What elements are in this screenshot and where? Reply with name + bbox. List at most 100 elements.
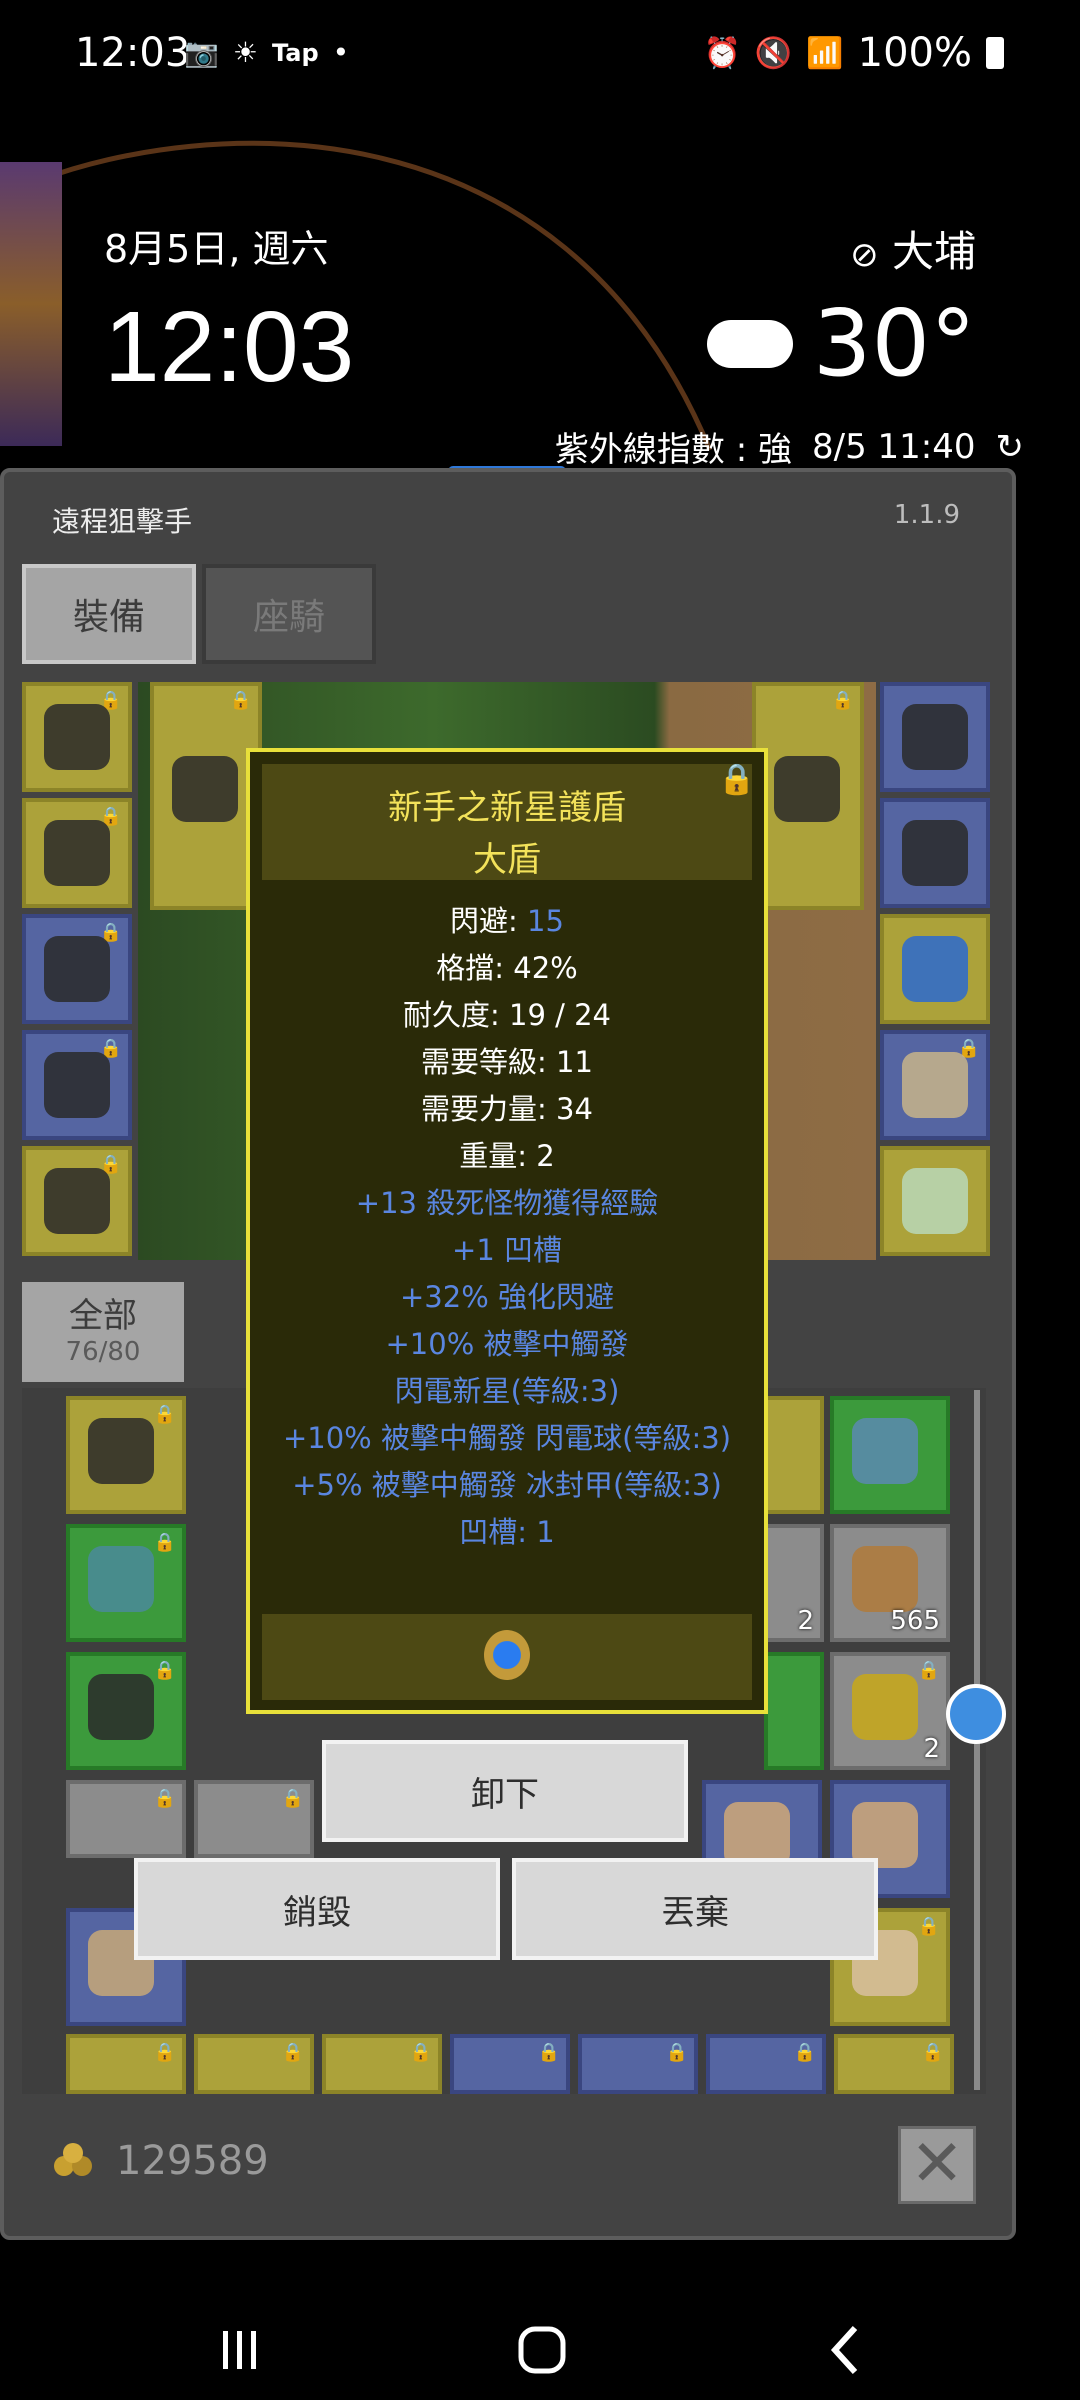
game-title: 遠程狙擊手 bbox=[52, 505, 193, 538]
recents-icon bbox=[223, 2331, 256, 2369]
inventory-item[interactable]: 565 bbox=[830, 1524, 950, 1642]
lock-icon: 🔒 bbox=[281, 1788, 304, 1809]
equip-slot-pet[interactable]: 🔒 bbox=[880, 1030, 990, 1140]
gloves-icon bbox=[44, 936, 110, 1002]
status-bar: 12:03 📷 ☀ Tap • ⏰ 🔇 📶 100% bbox=[0, 0, 1080, 115]
socket-gem-icon bbox=[484, 1630, 530, 1680]
equip-slot-gloves[interactable]: 🔒 bbox=[22, 914, 132, 1024]
floating-assistant-button[interactable] bbox=[946, 1684, 1006, 1744]
helmet-icon bbox=[44, 704, 110, 770]
item-count: 565 bbox=[890, 1606, 940, 1636]
equip-slot-ring-1[interactable] bbox=[880, 798, 990, 908]
tab-mount[interactable]: 座騎 bbox=[202, 564, 376, 664]
filter-all-button[interactable]: 全部 76/80 bbox=[22, 1282, 184, 1382]
item-name: 新手之新星護盾 bbox=[388, 788, 626, 828]
inventory-item[interactable]: 🔒 bbox=[66, 1652, 186, 1770]
tab-equipment[interactable]: 裝備 bbox=[22, 564, 196, 664]
weather-sun-icon: ☀ bbox=[232, 36, 258, 69]
temperature-value: 30° bbox=[812, 290, 976, 397]
inventory-item[interactable] bbox=[764, 1652, 824, 1770]
affix: +10% 被擊中觸發 bbox=[385, 1327, 629, 1361]
lock-icon: 🔒 bbox=[831, 690, 854, 711]
close-button[interactable]: ✕ bbox=[898, 2126, 976, 2204]
companion-icon bbox=[902, 1168, 968, 1234]
inventory-count: 76/80 bbox=[65, 1337, 141, 1367]
lock-date: 8月5日, 週六 bbox=[104, 227, 329, 271]
lock-location: ⊘ 大埔 bbox=[850, 218, 976, 279]
stat-required-strength: 需要力量: 34 bbox=[421, 1092, 593, 1126]
item-count: 2 bbox=[923, 1734, 940, 1764]
stat-durability: 耐久度: 19 / 24 bbox=[403, 998, 611, 1032]
dot-icon: • bbox=[332, 36, 350, 69]
home-icon bbox=[518, 2326, 566, 2374]
item-count: 2 bbox=[797, 1606, 814, 1636]
wifi-icon: 📶 bbox=[806, 35, 844, 71]
filter-label: 全部 bbox=[69, 1296, 137, 1336]
inventory-item[interactable] bbox=[764, 1396, 824, 1514]
inventory-item[interactable]: 🔒 bbox=[66, 1524, 186, 1642]
lock-icon: 🔒 bbox=[921, 2042, 944, 2063]
recent-apps-button[interactable] bbox=[200, 2322, 280, 2378]
inventory-item[interactable]: 🔒 bbox=[66, 1396, 186, 1514]
inventory-item[interactable]: 🔒 bbox=[66, 2034, 186, 2094]
inventory-item[interactable]: 2 bbox=[764, 1524, 824, 1642]
weather-temperature: 30° bbox=[706, 290, 976, 397]
inventory-item[interactable]: 🔒 bbox=[450, 2034, 570, 2094]
lock-icon: 🔒 bbox=[153, 1404, 176, 1425]
gold-icon bbox=[54, 2143, 92, 2176]
equip-slot-boots[interactable]: 🔒 bbox=[22, 1030, 132, 1140]
lock-icon: 🔒 bbox=[409, 2042, 432, 2063]
back-button[interactable] bbox=[806, 2322, 886, 2378]
equip-slot-companion[interactable] bbox=[880, 1146, 990, 1256]
battery-label: 100% bbox=[857, 30, 972, 76]
ring-icon bbox=[902, 820, 968, 886]
affix: +13 殺死怪物獲得經驗 bbox=[355, 1186, 659, 1220]
cloud-icon bbox=[706, 319, 793, 368]
destroy-button[interactable]: 銷毀 bbox=[134, 1858, 500, 1960]
inventory-item[interactable]: 🔒 bbox=[706, 2034, 826, 2094]
item-type: 大盾 bbox=[473, 840, 541, 880]
alarm-icon: ⏰ bbox=[703, 35, 741, 71]
inventory-item[interactable]: 🔒 bbox=[194, 1780, 314, 1858]
amulet-icon bbox=[88, 1418, 154, 1484]
stat-dodge: 閃避: 15 bbox=[450, 904, 564, 938]
equip-slot-belt[interactable]: 🔒 bbox=[22, 1146, 132, 1256]
location-name: 大埔 bbox=[891, 227, 976, 276]
lock-icon: 🔒 bbox=[153, 2042, 176, 2063]
stat-block: 格擋: 42% bbox=[436, 951, 578, 985]
drop-button[interactable]: 丟棄 bbox=[512, 1858, 878, 1960]
wallpaper-curve bbox=[39, 140, 713, 451]
inventory-item[interactable]: 🔒 bbox=[194, 2034, 314, 2094]
inventory-item[interactable] bbox=[830, 1396, 950, 1514]
inventory-item[interactable]: 🔒 bbox=[578, 2034, 698, 2094]
equip-slot-helmet[interactable]: 🔒 bbox=[22, 682, 132, 792]
armor-icon bbox=[88, 1674, 154, 1740]
inventory-item[interactable]: 🔒 bbox=[322, 2034, 442, 2094]
item-lock-icon[interactable]: 🔒 bbox=[718, 762, 755, 797]
equip-slot-ring-2[interactable] bbox=[880, 914, 990, 1024]
weather-updated: 8/5 11:40 bbox=[811, 426, 976, 467]
back-icon bbox=[830, 2325, 858, 2375]
game-version: 1.1.9 bbox=[893, 500, 960, 530]
inventory-item[interactable]: 🔒 bbox=[66, 1780, 186, 1858]
weather-uv-row: 紫外線指數 : 強 8/5 11:40 ↻ bbox=[555, 422, 1024, 471]
equip-slot-amulet[interactable] bbox=[880, 682, 990, 792]
lock-icon: 🔒 bbox=[917, 1916, 940, 1937]
lock-clock: 12:03 bbox=[104, 291, 355, 403]
belt-icon bbox=[852, 1418, 918, 1484]
lock-icon: 🔒 bbox=[793, 2042, 816, 2063]
inventory-item[interactable]: 🔒 bbox=[834, 2034, 954, 2094]
unequip-button[interactable]: 卸下 bbox=[322, 1740, 688, 1842]
location-off-icon: ⊘ bbox=[850, 235, 879, 275]
status-time: 12:03 bbox=[75, 30, 191, 76]
equip-slot-offhand[interactable]: 🔒 bbox=[752, 682, 864, 910]
affix-socket: 凹槽: 1 bbox=[459, 1515, 555, 1549]
inventory-item[interactable]: 🔒 2 bbox=[830, 1652, 950, 1770]
home-button[interactable] bbox=[502, 2322, 582, 2378]
lock-icon: 🔒 bbox=[153, 1660, 176, 1681]
lock-icon: 🔒 bbox=[153, 1788, 176, 1809]
affix: 閃電新星(等級:3) bbox=[394, 1374, 620, 1408]
refresh-icon[interactable]: ↻ bbox=[996, 427, 1025, 467]
battery-icon bbox=[986, 37, 1004, 69]
equip-slot-armor[interactable]: 🔒 bbox=[22, 798, 132, 908]
